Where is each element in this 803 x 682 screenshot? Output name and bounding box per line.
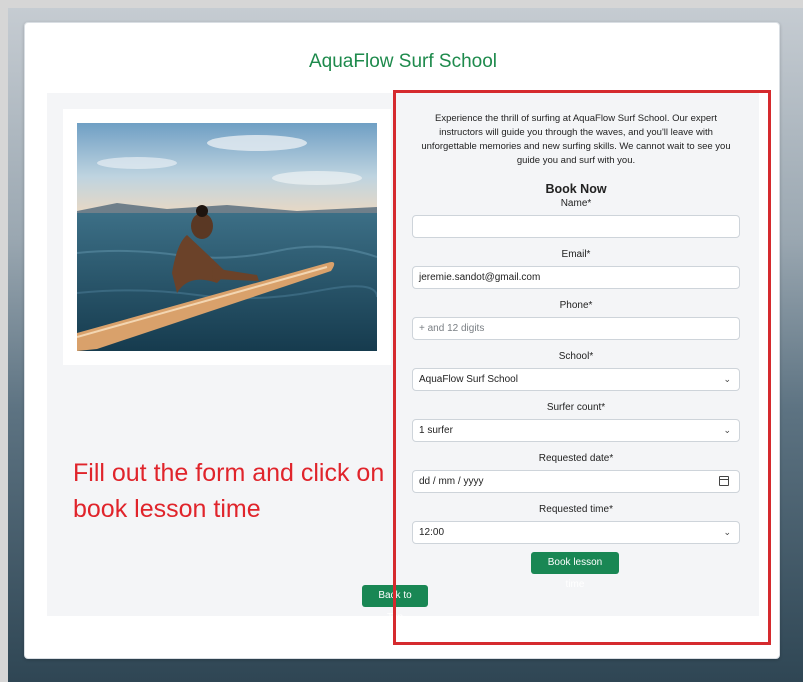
- name-label: Name*: [560, 198, 592, 209]
- calendar-icon[interactable]: [719, 476, 729, 486]
- window-frame-top: [0, 0, 803, 8]
- chevron-down-icon: ⌄: [723, 374, 731, 384]
- time-label: Requested time*: [539, 504, 613, 515]
- instruction-annotation: Fill out the form and click on book less…: [73, 459, 385, 523]
- surfer-photo: [77, 123, 377, 351]
- hero-image-frame: [63, 109, 391, 365]
- book-lesson-button[interactable]: Book lesson time: [531, 552, 619, 590]
- window-frame-left: [0, 0, 8, 682]
- date-placeholder: dd / mm / yyyy: [419, 476, 484, 487]
- email-input[interactable]: jeremie.sandot@gmail.com: [412, 266, 740, 289]
- intro-text: Experience the thrill of surfing at Aqua…: [421, 113, 731, 166]
- page-title: AquaFlow Surf School: [309, 51, 497, 72]
- surfer-count-select[interactable]: 1 surfer ⌄: [412, 419, 740, 442]
- surfer-count-value: 1 surfer: [419, 425, 453, 436]
- booking-form: Experience the thrill of surfing at Aqua…: [412, 112, 740, 544]
- date-label: Requested date*: [538, 453, 614, 464]
- back-to-top-button[interactable]: Back to Top: [362, 585, 428, 623]
- name-input[interactable]: [412, 215, 740, 238]
- date-input[interactable]: dd / mm / yyyy: [412, 470, 740, 493]
- surfer-count-label: Surfer count*: [546, 402, 606, 413]
- phone-input[interactable]: + and 12 digits: [412, 317, 740, 340]
- time-select-value: 12:00: [419, 527, 445, 538]
- school-select-value: AquaFlow Surf School: [419, 374, 518, 385]
- chevron-down-icon: ⌄: [723, 425, 731, 435]
- school-label: School*: [558, 351, 594, 362]
- time-select[interactable]: 12:00 ⌄: [412, 521, 740, 544]
- school-select[interactable]: AquaFlow Surf School ⌄: [412, 368, 740, 391]
- email-label: Email*: [561, 249, 591, 260]
- chevron-down-icon: ⌄: [723, 527, 731, 537]
- phone-label: Phone*: [559, 300, 593, 311]
- form-title: Book Now: [545, 182, 607, 196]
